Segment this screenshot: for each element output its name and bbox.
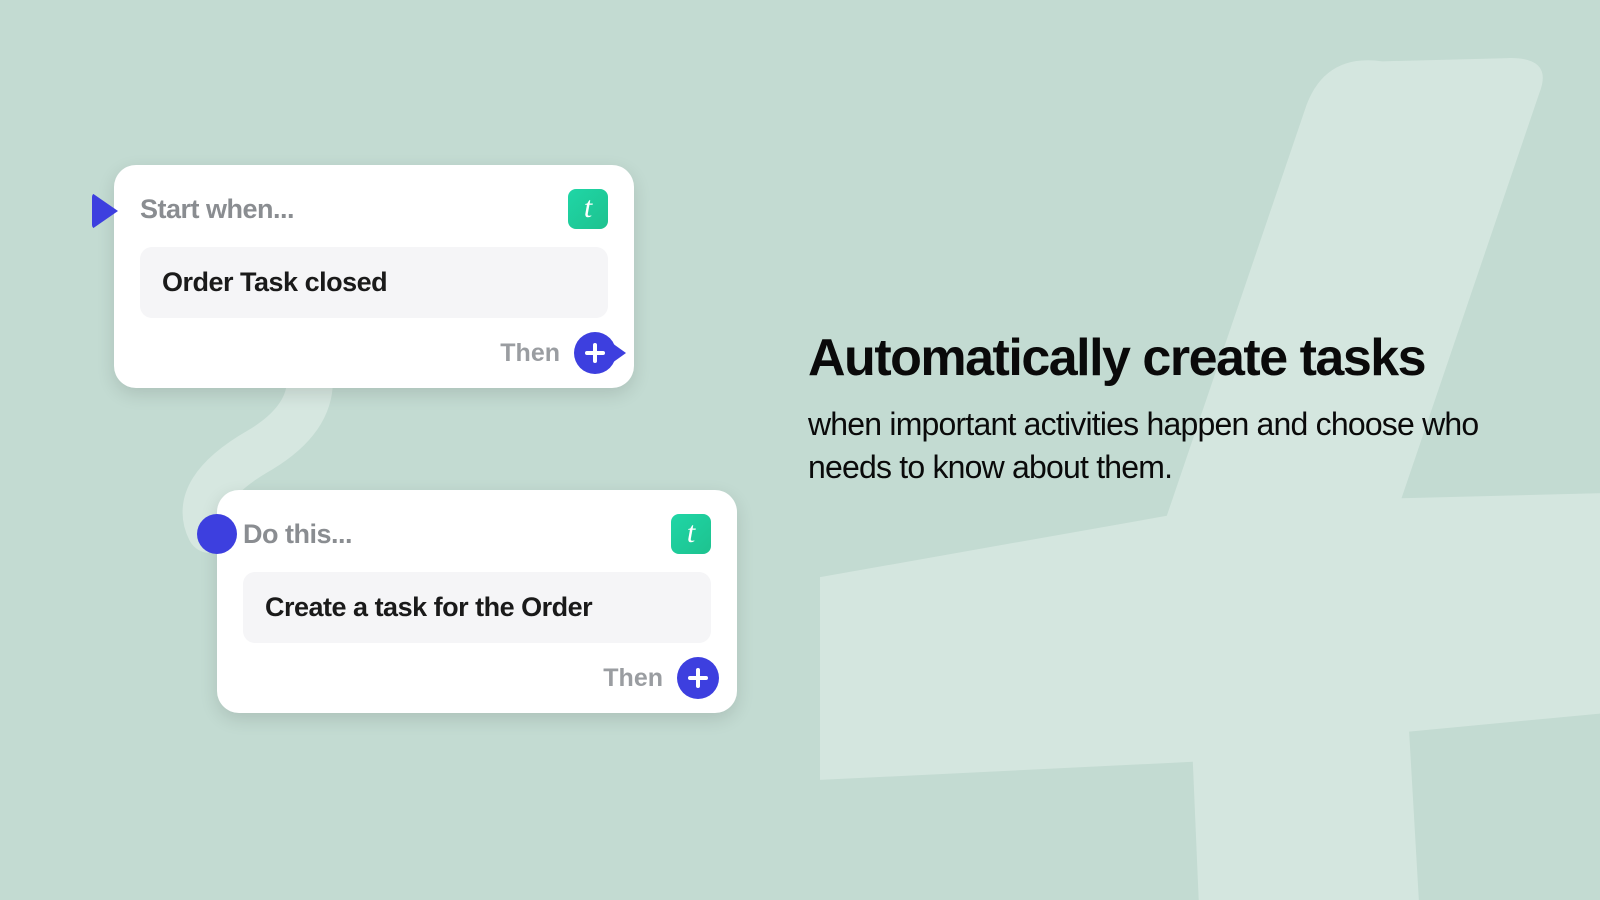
trigger-text: Order Task closed	[162, 267, 387, 297]
add-step-button[interactable]	[574, 332, 616, 374]
start-when-label: Start when...	[140, 194, 294, 225]
node-circle-icon	[197, 514, 237, 554]
headline-title: Automatically create tasks	[808, 330, 1528, 387]
then-row: Then	[500, 332, 616, 374]
headline-block: Automatically create tasks when importan…	[808, 330, 1528, 490]
card-header: Start when... t	[140, 189, 608, 229]
card-header: Do this... t	[243, 514, 711, 554]
workflow-start-card: Start when... t Order Task closed Then	[114, 165, 634, 388]
headline-subtitle: when important activities happen and cho…	[808, 403, 1528, 489]
action-pill[interactable]: Create a task for the Order	[243, 572, 711, 643]
chevron-right-icon	[612, 343, 626, 363]
app-icon-glyph: t	[584, 193, 592, 223]
app-icon-glyph: t	[687, 518, 695, 548]
then-row: Then	[603, 657, 719, 699]
trigger-pill[interactable]: Order Task closed	[140, 247, 608, 318]
app-icon: t	[568, 189, 608, 229]
app-icon: t	[671, 514, 711, 554]
then-label: Then	[500, 339, 560, 368]
action-text: Create a task for the Order	[265, 592, 592, 622]
do-this-label: Do this...	[243, 519, 352, 550]
add-step-button[interactable]	[677, 657, 719, 699]
play-icon	[92, 193, 118, 229]
then-label: Then	[603, 664, 663, 693]
workflow-action-card: Do this... t Create a task for the Order…	[217, 490, 737, 713]
